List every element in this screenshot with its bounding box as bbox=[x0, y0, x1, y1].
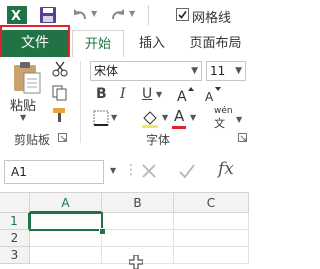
insert-function-button[interactable]: fx bbox=[218, 159, 234, 179]
font-size-value: 11 bbox=[210, 64, 226, 78]
cell-b1[interactable] bbox=[102, 213, 174, 230]
paste-label[interactable]: 粘贴 bbox=[10, 95, 36, 114]
gridlines-checkbox[interactable] bbox=[176, 8, 189, 21]
italic-button[interactable]: I bbox=[120, 86, 126, 102]
undo-icon[interactable] bbox=[70, 5, 90, 25]
borders-icon[interactable] bbox=[92, 109, 110, 127]
paste-icon[interactable] bbox=[10, 61, 42, 95]
ribbon-tabs: 文件 开始 插入 页面布局 bbox=[0, 25, 249, 59]
chevron-down-icon[interactable]: ▼ bbox=[235, 62, 242, 80]
gridlines-label: 网格线 bbox=[192, 11, 232, 26]
formula-bar: A1 ▼ ⋮ fx bbox=[0, 150, 249, 193]
paste-dropdown-icon[interactable]: ▼ bbox=[20, 113, 26, 122]
tab-insert[interactable]: 插入 bbox=[126, 30, 178, 57]
enter-icon[interactable] bbox=[178, 162, 196, 180]
name-box-dropdown-icon[interactable]: ▼ bbox=[110, 166, 116, 175]
fill-color-icon[interactable] bbox=[140, 109, 162, 129]
increase-font-size-icon[interactable]: A bbox=[176, 86, 194, 104]
copy-icon[interactable] bbox=[52, 85, 68, 101]
ribbon-home: 粘贴 ▼ 剪贴板 宋体 ▼ 11 ▼ B I U ▼ A A ▼ ▼ A ▼ w… bbox=[0, 57, 249, 151]
fill-handle[interactable] bbox=[99, 228, 106, 235]
font-launcher-icon[interactable] bbox=[238, 133, 248, 143]
name-box-value: A1 bbox=[11, 165, 27, 179]
undo-dropdown-icon[interactable]: ▼ bbox=[91, 9, 97, 18]
decrease-font-size-icon[interactable]: A bbox=[204, 86, 222, 104]
svg-text:A: A bbox=[205, 90, 214, 104]
select-all-corner[interactable] bbox=[0, 193, 30, 213]
cell-c2[interactable] bbox=[174, 230, 249, 247]
cell-c3[interactable] bbox=[174, 247, 249, 264]
redo-dropdown-icon[interactable]: ▼ bbox=[129, 9, 135, 18]
formula-bar-grip-icon: ⋮ bbox=[124, 162, 138, 178]
borders-dropdown-icon[interactable]: ▼ bbox=[111, 113, 117, 122]
fill-color-dropdown-icon[interactable]: ▼ bbox=[162, 113, 168, 122]
cut-icon[interactable] bbox=[52, 61, 68, 77]
redo-icon[interactable] bbox=[108, 5, 128, 25]
phonetic-guide-icon[interactable]: 文 bbox=[214, 115, 228, 129]
cell-c1[interactable] bbox=[174, 213, 249, 230]
clipboard-group-label: 剪贴板 bbox=[14, 133, 51, 147]
checkmark-icon bbox=[178, 11, 187, 19]
row-header-3[interactable]: 3 bbox=[0, 247, 30, 264]
column-header-c[interactable]: C bbox=[174, 193, 249, 213]
worksheet-grid: A B C 1 2 3 bbox=[0, 193, 249, 269]
tab-page-layout[interactable]: 页面布局 bbox=[182, 30, 249, 57]
row-header-1[interactable]: 1 bbox=[0, 213, 30, 230]
bold-button[interactable]: B bbox=[96, 86, 107, 102]
font-group-label: 字体 bbox=[146, 133, 171, 147]
font-name-value: 宋体 bbox=[94, 64, 119, 78]
cell-b2[interactable] bbox=[102, 230, 174, 247]
cell-a2[interactable] bbox=[30, 230, 102, 247]
file-tab-highlight bbox=[0, 25, 70, 59]
svg-text:X: X bbox=[11, 9, 21, 24]
excel-logo-icon: X bbox=[7, 6, 27, 24]
font-size-combo[interactable]: 11 ▼ bbox=[206, 61, 246, 81]
group-separator bbox=[80, 61, 81, 143]
name-box[interactable]: A1 bbox=[4, 160, 104, 184]
font-name-combo[interactable]: 宋体 ▼ bbox=[90, 61, 202, 81]
toolbar-divider bbox=[148, 5, 149, 25]
cancel-icon[interactable] bbox=[140, 162, 158, 180]
clipboard-launcher-icon[interactable] bbox=[58, 133, 68, 143]
save-icon[interactable] bbox=[38, 5, 58, 25]
active-cell-selection bbox=[29, 212, 103, 231]
tab-home[interactable]: 开始 bbox=[72, 30, 124, 58]
format-painter-icon[interactable] bbox=[52, 107, 68, 123]
font-color-dropdown-icon[interactable]: ▼ bbox=[190, 113, 196, 122]
phonetic-dropdown-icon[interactable]: ▼ bbox=[236, 115, 242, 124]
underline-button[interactable]: U bbox=[142, 86, 152, 102]
svg-text:文: 文 bbox=[214, 116, 225, 129]
underline-dropdown-icon[interactable]: ▼ bbox=[156, 90, 162, 99]
row-header-2[interactable]: 2 bbox=[0, 230, 30, 247]
font-color-button[interactable]: A bbox=[174, 107, 184, 125]
column-header-b[interactable]: B bbox=[102, 193, 174, 213]
font-color-bar bbox=[172, 126, 186, 129]
column-header-a[interactable]: A bbox=[30, 193, 102, 213]
cell-a3[interactable] bbox=[30, 247, 102, 264]
svg-text:A: A bbox=[177, 89, 187, 104]
chevron-down-icon[interactable]: ▼ bbox=[191, 62, 198, 80]
